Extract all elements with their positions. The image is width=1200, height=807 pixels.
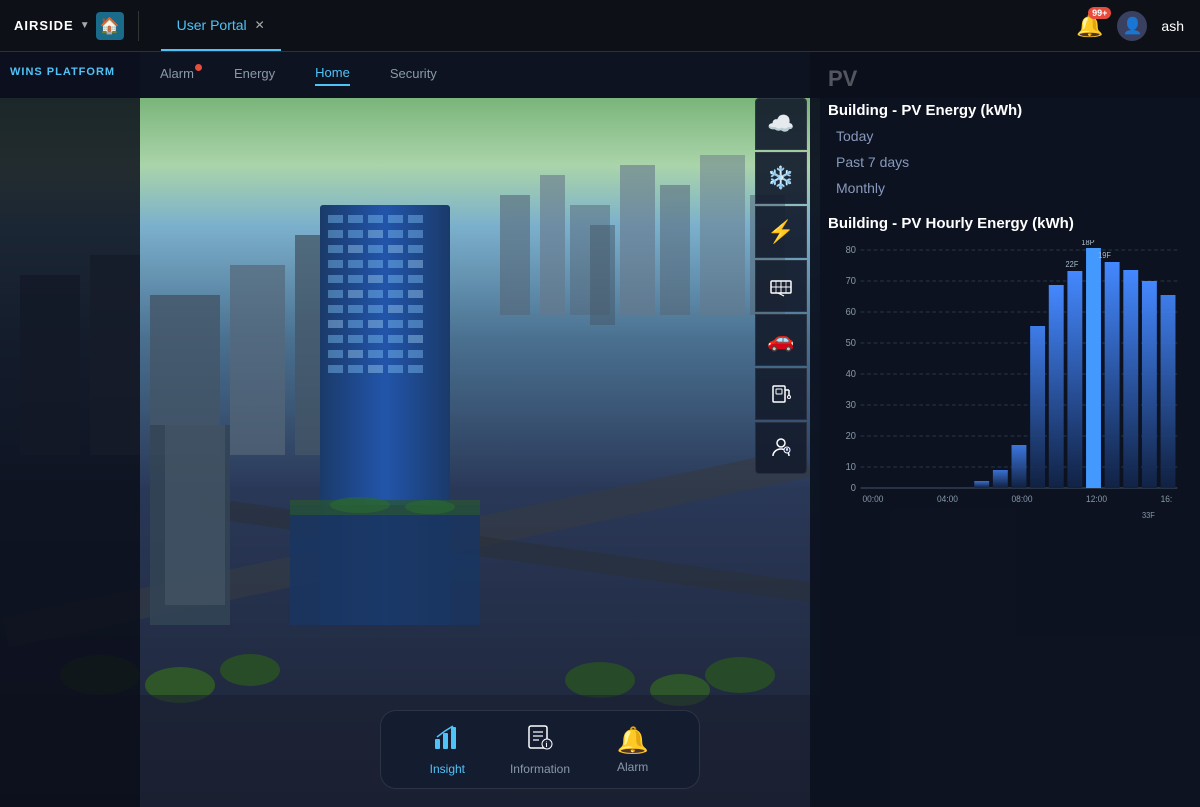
nav-tab-alarm[interactable]: Alarm bbox=[160, 66, 194, 85]
dock-item-information[interactable]: i Information bbox=[505, 723, 575, 776]
alarm-dock-icon: 🔔 bbox=[616, 725, 648, 756]
dropdown-chevron[interactable]: ▼ bbox=[80, 20, 90, 31]
dock-item-insight[interactable]: Insight bbox=[412, 723, 482, 776]
top-right-area: 🔔 99+ 👤 ash bbox=[1060, 11, 1200, 41]
svg-text:12:00: 12:00 bbox=[1086, 494, 1107, 504]
energy-button[interactable]: ⚡ bbox=[755, 206, 807, 258]
svg-text:04:00: 04:00 bbox=[937, 494, 958, 504]
right-panel: PV Building - PV Energy (kWh) Today Past… bbox=[810, 52, 1200, 807]
svg-text:50: 50 bbox=[846, 338, 856, 349]
user-avatar[interactable]: 👤 bbox=[1117, 11, 1147, 41]
dock-item-alarm[interactable]: 🔔 Alarm bbox=[598, 725, 668, 774]
alarm-label: Alarm bbox=[617, 760, 648, 774]
app-name: AIRSIDE bbox=[14, 18, 74, 33]
svg-text:16:: 16: bbox=[1161, 494, 1173, 504]
nav-tab-security[interactable]: Security bbox=[390, 66, 437, 85]
information-label: Information bbox=[510, 762, 570, 776]
notification-button[interactable]: 🔔 99+ bbox=[1076, 13, 1103, 39]
notification-badge: 99+ bbox=[1088, 7, 1111, 19]
tab-label: User Portal bbox=[177, 17, 247, 33]
svg-text:33F: 33F bbox=[1142, 511, 1155, 520]
svg-text:60: 60 bbox=[846, 307, 856, 318]
time-option-7days[interactable]: Past 7 days bbox=[828, 149, 1182, 175]
svg-text:10: 10 bbox=[846, 462, 856, 473]
hourly-chart-title: Building - PV Hourly Energy (kWh) bbox=[828, 215, 1182, 232]
insight-label: Insight bbox=[430, 762, 465, 776]
insight-icon bbox=[433, 723, 461, 758]
hvac-button[interactable]: ❄️ bbox=[755, 152, 807, 204]
platform-logo: WINS PLATFORM bbox=[0, 52, 140, 88]
svg-text:00:00: 00:00 bbox=[862, 494, 883, 504]
top-nav: Alarm Energy Home Security bbox=[140, 52, 1200, 98]
left-panel: WINS PLATFORM bbox=[0, 52, 140, 807]
svg-text:22F: 22F bbox=[1066, 260, 1079, 269]
svg-text:0: 0 bbox=[851, 483, 856, 494]
pv-energy-label: Building - PV Energy (kWh) bbox=[828, 102, 1182, 119]
tab-close-button[interactable]: ✕ bbox=[255, 18, 265, 32]
nav-tab-home[interactable]: Home bbox=[315, 65, 350, 86]
top-bar: AIRSIDE ▼ 🏠 User Portal ✕ 🔔 99+ 👤 ash bbox=[0, 0, 1200, 52]
svg-text:i: i bbox=[545, 742, 547, 749]
svg-text:19F: 19F bbox=[1098, 251, 1111, 260]
nav-tab-energy[interactable]: Energy bbox=[234, 66, 275, 85]
right-panel-inner: PV Building - PV Energy (kWh) Today Past… bbox=[810, 52, 1200, 534]
tab-bar: User Portal ✕ bbox=[161, 0, 1060, 51]
svg-text:70: 70 bbox=[846, 276, 856, 287]
time-option-monthly[interactable]: Monthly bbox=[828, 175, 1182, 201]
svg-text:08:00: 08:00 bbox=[1012, 494, 1033, 504]
time-option-today[interactable]: Today bbox=[828, 123, 1182, 149]
svg-text:40: 40 bbox=[846, 369, 856, 380]
svg-text:20: 20 bbox=[846, 431, 856, 442]
ev-button[interactable]: 🚗 bbox=[755, 314, 807, 366]
bottom-dock: Insight i Information 🔔 Alarm bbox=[380, 710, 700, 789]
user-portal-tab[interactable]: User Portal ✕ bbox=[161, 0, 281, 51]
alarm-dot bbox=[195, 64, 202, 71]
icon-sidebar: ☁️ ❄️ ⚡ 🚗 bbox=[755, 98, 810, 474]
svg-text:18P: 18P bbox=[1081, 240, 1094, 247]
user-name: ash bbox=[1161, 18, 1184, 34]
fuel-button[interactable] bbox=[755, 368, 807, 420]
home-icon[interactable]: 🏠 bbox=[96, 12, 124, 40]
pv-hourly-chart: 80 70 60 50 40 30 20 10 0 bbox=[828, 240, 1182, 520]
airside-logo[interactable]: AIRSIDE ▼ 🏠 bbox=[0, 11, 161, 41]
main-area: WINS PLATFORM Alarm Energy Home Security bbox=[0, 52, 1200, 807]
information-icon: i bbox=[526, 723, 554, 758]
svg-text:80: 80 bbox=[846, 245, 856, 256]
solar-button[interactable] bbox=[755, 260, 807, 312]
svg-text:30: 30 bbox=[846, 400, 856, 411]
weather-button[interactable]: ☁️ bbox=[755, 98, 807, 150]
person-button[interactable] bbox=[755, 422, 807, 474]
